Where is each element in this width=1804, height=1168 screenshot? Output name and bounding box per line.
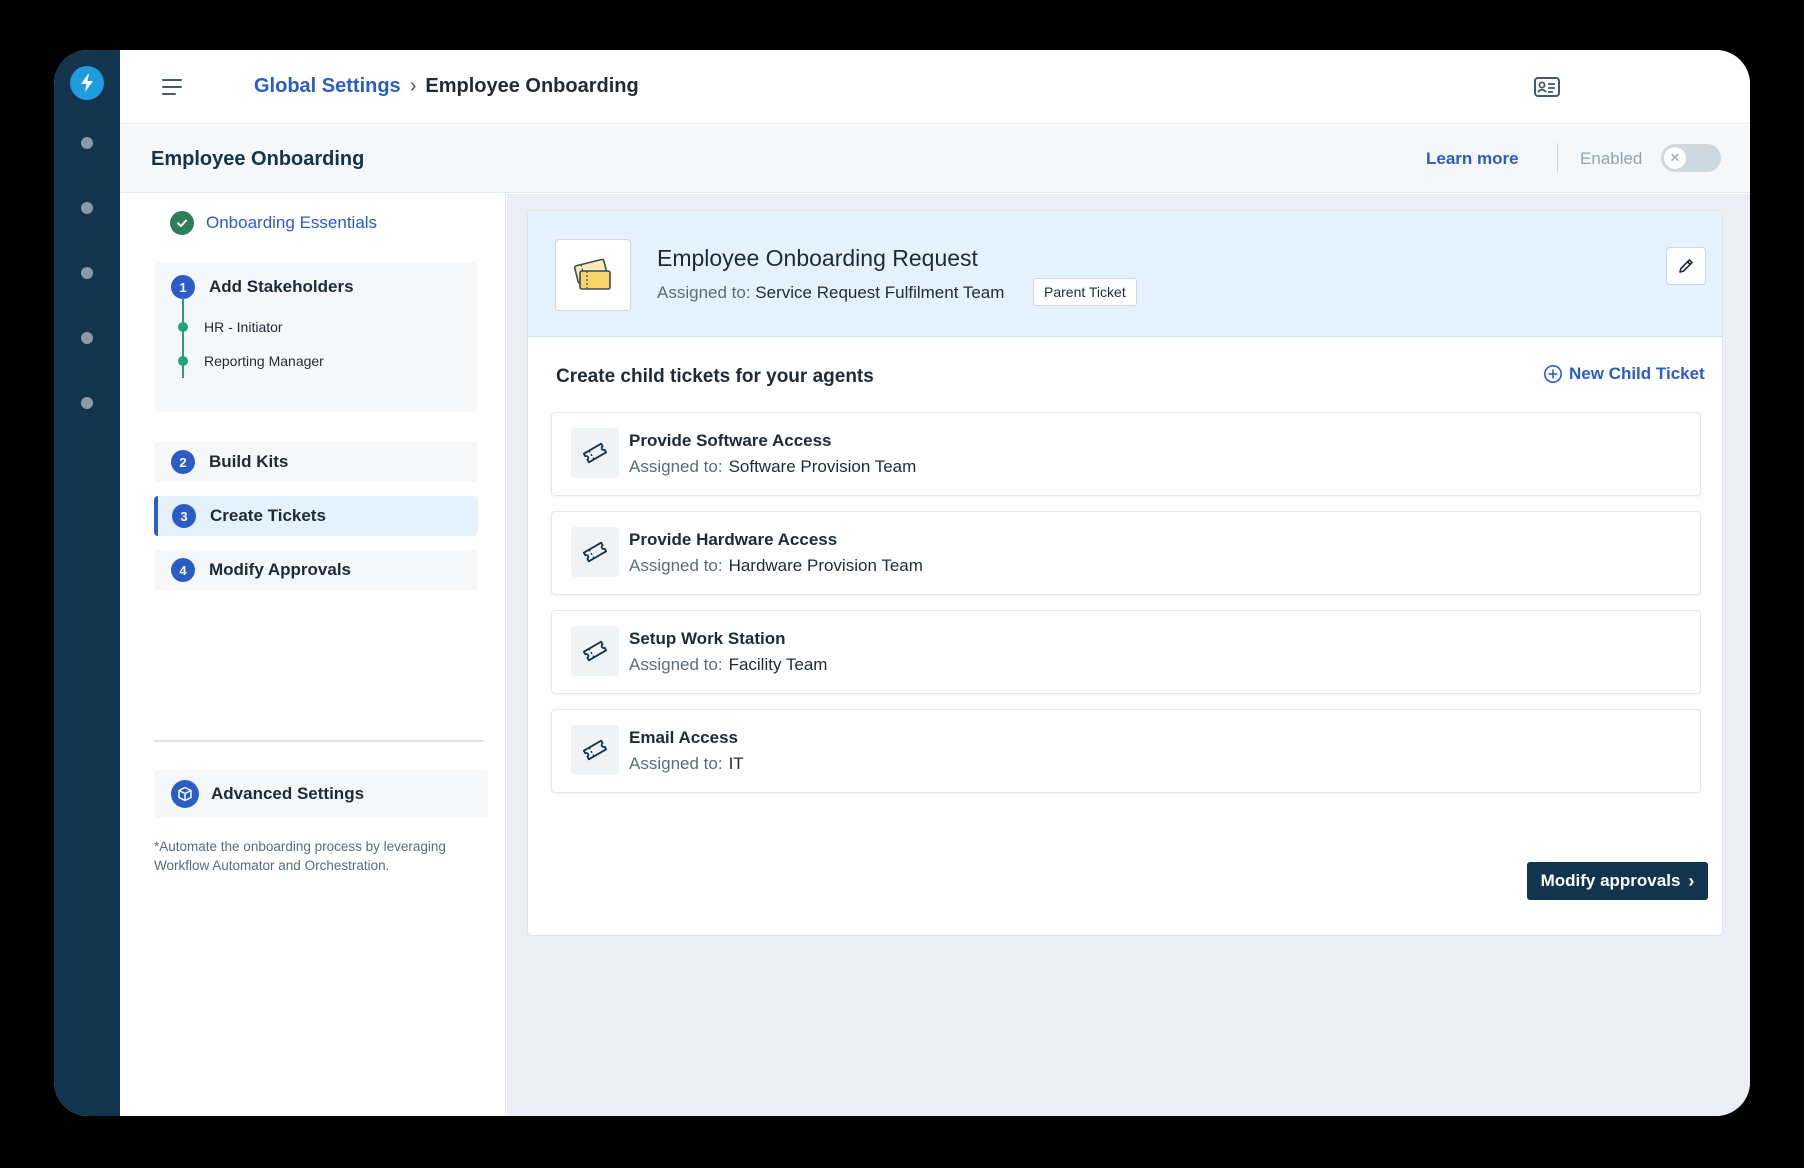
step-create-tickets[interactable]: 3 Create Tickets bbox=[154, 496, 478, 536]
assigned-team: Service Request Fulfilment Team bbox=[755, 283, 1005, 302]
assigned-label: Assigned to: bbox=[629, 655, 723, 674]
chevron-right-icon: › bbox=[1688, 870, 1695, 891]
nav-rail-item-4[interactable] bbox=[81, 332, 93, 344]
child-ticket-title: Email Access bbox=[629, 728, 738, 747]
stakeholder-connector bbox=[182, 298, 184, 378]
stakeholder-reporting-manager[interactable]: Reporting Manager bbox=[204, 353, 324, 369]
child-ticket-assignee: Assigned to: Software Provision Team bbox=[629, 457, 916, 477]
assigned-label: Assigned to: bbox=[629, 754, 723, 773]
toggle-knob-x-icon: ✕ bbox=[1664, 147, 1686, 169]
enabled-toggle[interactable]: ✕ bbox=[1661, 144, 1721, 172]
step-3-row: 3 Create Tickets bbox=[172, 504, 326, 528]
modify-approvals-label: Modify approvals bbox=[1540, 871, 1681, 890]
child-ticket-title: Provide Software Access bbox=[629, 431, 832, 450]
learn-more-link[interactable]: Learn more bbox=[1426, 149, 1519, 169]
steps-divider bbox=[154, 740, 484, 742]
main-content: Employee Onboarding Request Assigned to:… bbox=[507, 194, 1750, 1116]
nav-rail-item-3[interactable] bbox=[81, 267, 93, 279]
child-ticket-card[interactable]: Provide Software Access Assigned to: Soft… bbox=[551, 412, 1701, 496]
breadcrumb-current: Employee Onboarding bbox=[425, 75, 639, 97]
step-number-badge: 2 bbox=[171, 450, 195, 474]
app-window: Global Settings › Employee Onboarding Em… bbox=[54, 50, 1750, 1116]
new-child-ticket-button[interactable]: New Child Ticket bbox=[1543, 364, 1705, 384]
step-label: Create Tickets bbox=[210, 506, 326, 525]
tickets-card: Employee Onboarding Request Assigned to:… bbox=[527, 210, 1723, 936]
ticket-icon bbox=[571, 527, 619, 577]
assigned-team: Hardware Provision Team bbox=[728, 556, 923, 575]
lightning-bolt-icon[interactable] bbox=[70, 66, 104, 100]
hamburger-menu-icon[interactable] bbox=[162, 78, 182, 96]
steps-panel: Onboarding Essentials 1 Add Stakeholders… bbox=[120, 194, 506, 1116]
header-divider bbox=[1557, 143, 1558, 173]
advanced-settings-button[interactable]: Advanced Settings bbox=[154, 770, 488, 818]
nav-rail bbox=[54, 50, 120, 1116]
enabled-label: Enabled bbox=[1580, 149, 1643, 168]
ticket-icon bbox=[571, 725, 619, 775]
step-label: Add Stakeholders bbox=[209, 277, 354, 296]
assigned-team: Software Provision Team bbox=[728, 457, 917, 476]
nav-rail-item-5[interactable] bbox=[81, 397, 93, 409]
page-title: Employee Onboarding bbox=[151, 148, 365, 170]
step-label: Modify Approvals bbox=[209, 560, 351, 579]
parent-ticket-title: Employee Onboarding Request bbox=[657, 245, 978, 271]
stakeholder-hr-initiator[interactable]: HR - Initiator bbox=[204, 319, 283, 335]
breadcrumb-global-settings[interactable]: Global Settings bbox=[254, 75, 401, 98]
id-card-icon[interactable] bbox=[1532, 74, 1562, 100]
tickets-icon bbox=[555, 239, 631, 311]
advanced-settings-label: Advanced Settings bbox=[211, 784, 365, 803]
child-ticket-title: Setup Work Station bbox=[629, 629, 786, 648]
child-ticket-assignee: Assigned to: Facility Team bbox=[629, 655, 827, 675]
top-bar: Global Settings › Employee Onboarding bbox=[120, 50, 1750, 124]
child-ticket-card[interactable]: Provide Hardware Access Assigned to: Hard… bbox=[551, 511, 1701, 595]
step-build-kits[interactable]: 2 Build Kits bbox=[154, 442, 478, 482]
step-number-badge: 4 bbox=[171, 558, 195, 582]
ticket-icon bbox=[571, 428, 619, 478]
step-number-badge: 3 bbox=[172, 504, 196, 528]
edit-parent-ticket-button[interactable] bbox=[1666, 247, 1706, 285]
automation-note: *Automate the onboarding process by leve… bbox=[154, 839, 446, 873]
step-2-row: 2 Build Kits bbox=[171, 450, 288, 474]
assigned-team: IT bbox=[728, 754, 744, 773]
cube-icon bbox=[171, 780, 199, 808]
nav-rail-item-1[interactable] bbox=[81, 137, 93, 149]
step-number-badge: 1 bbox=[171, 275, 195, 299]
stakeholder-dot bbox=[178, 322, 188, 332]
step-label: Build Kits bbox=[209, 452, 289, 471]
assigned-label: Assigned to: bbox=[657, 283, 751, 302]
child-ticket-assignee: Assigned to: IT bbox=[629, 754, 744, 774]
modify-approvals-button[interactable]: Modify approvals › bbox=[1527, 862, 1708, 900]
breadcrumb: Global Settings › Employee Onboarding bbox=[254, 75, 639, 98]
new-child-ticket-label: New Child Ticket bbox=[1569, 364, 1705, 383]
child-ticket-assignee: Assigned to: Hardware Provision Team bbox=[629, 556, 923, 576]
child-ticket-card[interactable]: Setup Work Station Assigned to: Facility … bbox=[551, 610, 1701, 694]
parent-ticket-header: Employee Onboarding Request Assigned to:… bbox=[528, 211, 1722, 337]
pencil-icon bbox=[1679, 259, 1693, 273]
step-add-stakeholders: 1 Add Stakeholders HR - Initiator Report… bbox=[154, 262, 478, 412]
stakeholder-dot bbox=[178, 356, 188, 366]
child-tickets-heading: Create child tickets for your agents bbox=[556, 366, 874, 387]
child-ticket-title: Provide Hardware Access bbox=[629, 530, 838, 549]
step-1-header[interactable]: 1 Add Stakeholders bbox=[171, 275, 354, 299]
assigned-label: Assigned to: bbox=[629, 556, 723, 575]
child-ticket-card[interactable]: Email Access Assigned to: IT bbox=[551, 709, 1701, 793]
ticket-icon bbox=[571, 626, 619, 676]
onboarding-essentials-label: Onboarding Essentials bbox=[206, 213, 378, 232]
breadcrumb-separator: › bbox=[409, 75, 417, 97]
assigned-team: Facility Team bbox=[728, 655, 828, 674]
parent-ticket-badge: Parent Ticket bbox=[1033, 278, 1137, 306]
step-4-row: 4 Modify Approvals bbox=[171, 558, 351, 582]
plus-circle-icon bbox=[1544, 365, 1562, 383]
step-modify-approvals[interactable]: 4 Modify Approvals bbox=[154, 550, 478, 590]
page-header: Employee Onboarding Learn more Enabled ✕ bbox=[120, 125, 1750, 193]
nav-rail-item-2[interactable] bbox=[81, 202, 93, 214]
parent-ticket-assignee: Assigned to: Service Request Fulfilment … bbox=[657, 283, 1004, 303]
check-circle-icon bbox=[170, 211, 194, 235]
assigned-label: Assigned to: bbox=[629, 457, 723, 476]
onboarding-essentials-link[interactable]: Onboarding Essentials bbox=[170, 211, 377, 235]
